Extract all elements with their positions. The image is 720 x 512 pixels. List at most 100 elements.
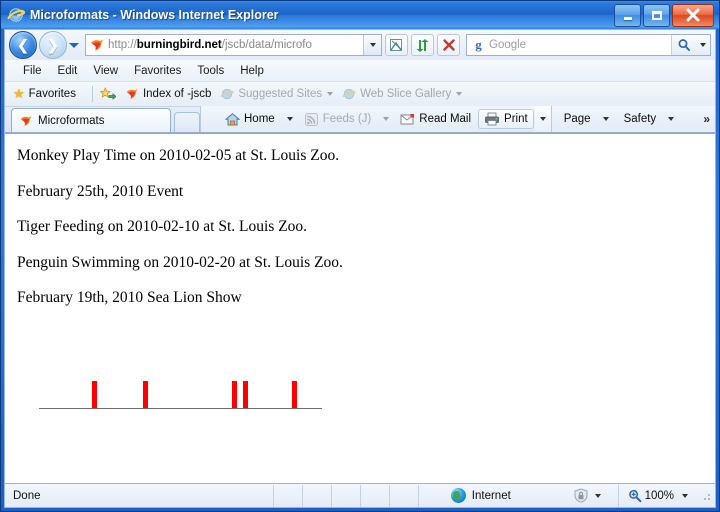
- compatibility-view-button[interactable]: [385, 34, 408, 56]
- url-domain: burningbird.net: [136, 39, 222, 51]
- timeline-chart: [17, 354, 715, 424]
- event-line: Tiger Feeding on 2010-02-10 at St. Louis…: [17, 218, 308, 235]
- shield-lock-icon: [573, 488, 589, 503]
- status-divider: [617, 484, 619, 507]
- add-to-favorites-bar-button[interactable]: [99, 87, 116, 101]
- stop-icon: [442, 38, 456, 52]
- stop-button[interactable]: [437, 34, 460, 56]
- browser-window: Microformats - Windows Internet Explorer: [0, 0, 720, 512]
- minimize-button[interactable]: [614, 3, 641, 27]
- menu-item-file[interactable]: File: [15, 64, 50, 78]
- menu-item-view[interactable]: View: [85, 64, 126, 78]
- address-url: http://burningbird.net/jscb/data/microfo: [108, 39, 363, 51]
- favorite-item-suggested-sites[interactable]: Suggested Sites: [220, 87, 334, 101]
- command-label: Safety: [623, 113, 657, 125]
- menu-item-help[interactable]: Help: [232, 64, 272, 78]
- home-icon: [225, 112, 240, 127]
- status-divider: [331, 484, 332, 507]
- recent-pages-button[interactable]: [67, 32, 81, 58]
- command-safety-dropdown[interactable]: [663, 113, 679, 125]
- close-button[interactable]: [672, 3, 714, 27]
- command-read-mail[interactable]: Read Mail: [394, 110, 477, 129]
- event-line: February 19th, 2010 Sea Lion Show: [17, 289, 242, 306]
- toolbar-divider: [91, 86, 93, 102]
- internet-explorer-logo-icon: [7, 6, 25, 24]
- favorite-label: Suggested Sites: [238, 88, 323, 100]
- command-feeds-dropdown[interactable]: [378, 113, 394, 125]
- security-zone-indicator[interactable]: Internet: [447, 488, 573, 503]
- status-divider: [360, 484, 361, 507]
- printer-icon: [484, 112, 500, 126]
- close-icon: [673, 5, 713, 26]
- forward-button[interactable]: ❯: [39, 31, 67, 59]
- back-button[interactable]: ❮: [9, 31, 37, 59]
- chevron-down-icon[interactable]: [594, 493, 601, 498]
- internet-explorer-icon: [342, 87, 356, 101]
- address-dropdown-button[interactable]: [363, 35, 381, 55]
- google-icon: g: [475, 37, 482, 52]
- menu-item-favorites[interactable]: Favorites: [126, 64, 189, 78]
- minimize-icon: [615, 5, 640, 26]
- bird-favicon-icon: [125, 87, 139, 101]
- chevron-down-icon: [69, 42, 79, 48]
- command-page-dropdown[interactable]: [598, 113, 614, 125]
- maximize-icon: [644, 5, 669, 26]
- add-favorite-icon: [99, 87, 116, 101]
- status-bar: Done Internet 100%: [5, 483, 715, 507]
- refresh-button[interactable]: [411, 34, 434, 56]
- chevron-down-icon: [700, 43, 706, 47]
- status-divider: [302, 484, 303, 507]
- tab-microformats[interactable]: Microformats: [11, 108, 171, 132]
- address-bar[interactable]: http://burningbird.net/jscb/data/microfo: [85, 34, 382, 56]
- favorites-bar: ★ Favorites Index of -jscb Suggested Sit…: [5, 82, 715, 107]
- resize-grip[interactable]: [700, 489, 712, 502]
- search-provider-dropdown[interactable]: [696, 35, 710, 55]
- url-path: /jscb/data/microfo: [221, 39, 312, 51]
- command-home-dropdown[interactable]: [282, 113, 298, 125]
- tab-label: Microformats: [38, 114, 105, 127]
- chevron-down-icon[interactable]: [682, 493, 688, 498]
- mail-icon: [400, 113, 415, 126]
- command-label: Page: [563, 113, 591, 125]
- chevron-down-icon: [539, 117, 546, 121]
- chevron-down-icon: [383, 117, 390, 121]
- url-protocol: http://: [108, 39, 137, 51]
- event-line: February 25th, 2010 Event: [17, 182, 184, 200]
- chevron-down-icon: [668, 117, 675, 121]
- command-safety[interactable]: Safety: [618, 110, 663, 128]
- status-divider: [389, 484, 390, 507]
- chevron-down-icon[interactable]: [456, 92, 463, 96]
- page-content: Monkey Play Time on 2010-02-05 at St. Lo…: [5, 133, 715, 483]
- command-print-dropdown[interactable]: [534, 106, 552, 132]
- command-label: Home: [244, 113, 275, 125]
- timeline-bar: [232, 380, 237, 408]
- search-input[interactable]: Google: [489, 39, 671, 51]
- feed-icon: [304, 112, 319, 127]
- timeline-bar: [92, 380, 97, 408]
- command-feeds[interactable]: Feeds (J): [298, 109, 378, 130]
- protected-mode-indicator[interactable]: [573, 488, 609, 503]
- command-page[interactable]: Page: [558, 110, 597, 128]
- internet-explorer-icon: [220, 87, 234, 101]
- maximize-button[interactable]: [643, 3, 670, 27]
- favorites-center-button[interactable]: ★ Favorites: [13, 86, 76, 102]
- command-print[interactable]: Print: [478, 109, 534, 129]
- command-label: Feeds (J): [322, 113, 372, 125]
- menu-item-edit[interactable]: Edit: [50, 64, 86, 78]
- back-arrow-icon: ❮: [17, 37, 29, 53]
- chevron-down-icon[interactable]: [327, 92, 334, 96]
- favorites-label: Favorites: [28, 88, 76, 100]
- new-tab-button[interactable]: [174, 112, 200, 132]
- status-dividers: [273, 484, 447, 507]
- search-box[interactable]: g Google: [466, 34, 711, 56]
- command-home[interactable]: Home: [219, 109, 281, 130]
- favorite-item-index-of-jscb[interactable]: Index of -jscb: [125, 87, 211, 101]
- menu-item-tools[interactable]: Tools: [189, 64, 232, 78]
- command-bar-overflow-button[interactable]: »: [703, 112, 710, 126]
- window-controls: [614, 3, 717, 27]
- search-go-button[interactable]: [671, 35, 696, 55]
- bird-favicon-icon: [89, 37, 105, 53]
- favorite-item-web-slice-gallery[interactable]: Web Slice Gallery: [342, 87, 463, 101]
- zoom-level-label: 100%: [644, 489, 674, 502]
- zoom-control[interactable]: 100%: [628, 489, 698, 503]
